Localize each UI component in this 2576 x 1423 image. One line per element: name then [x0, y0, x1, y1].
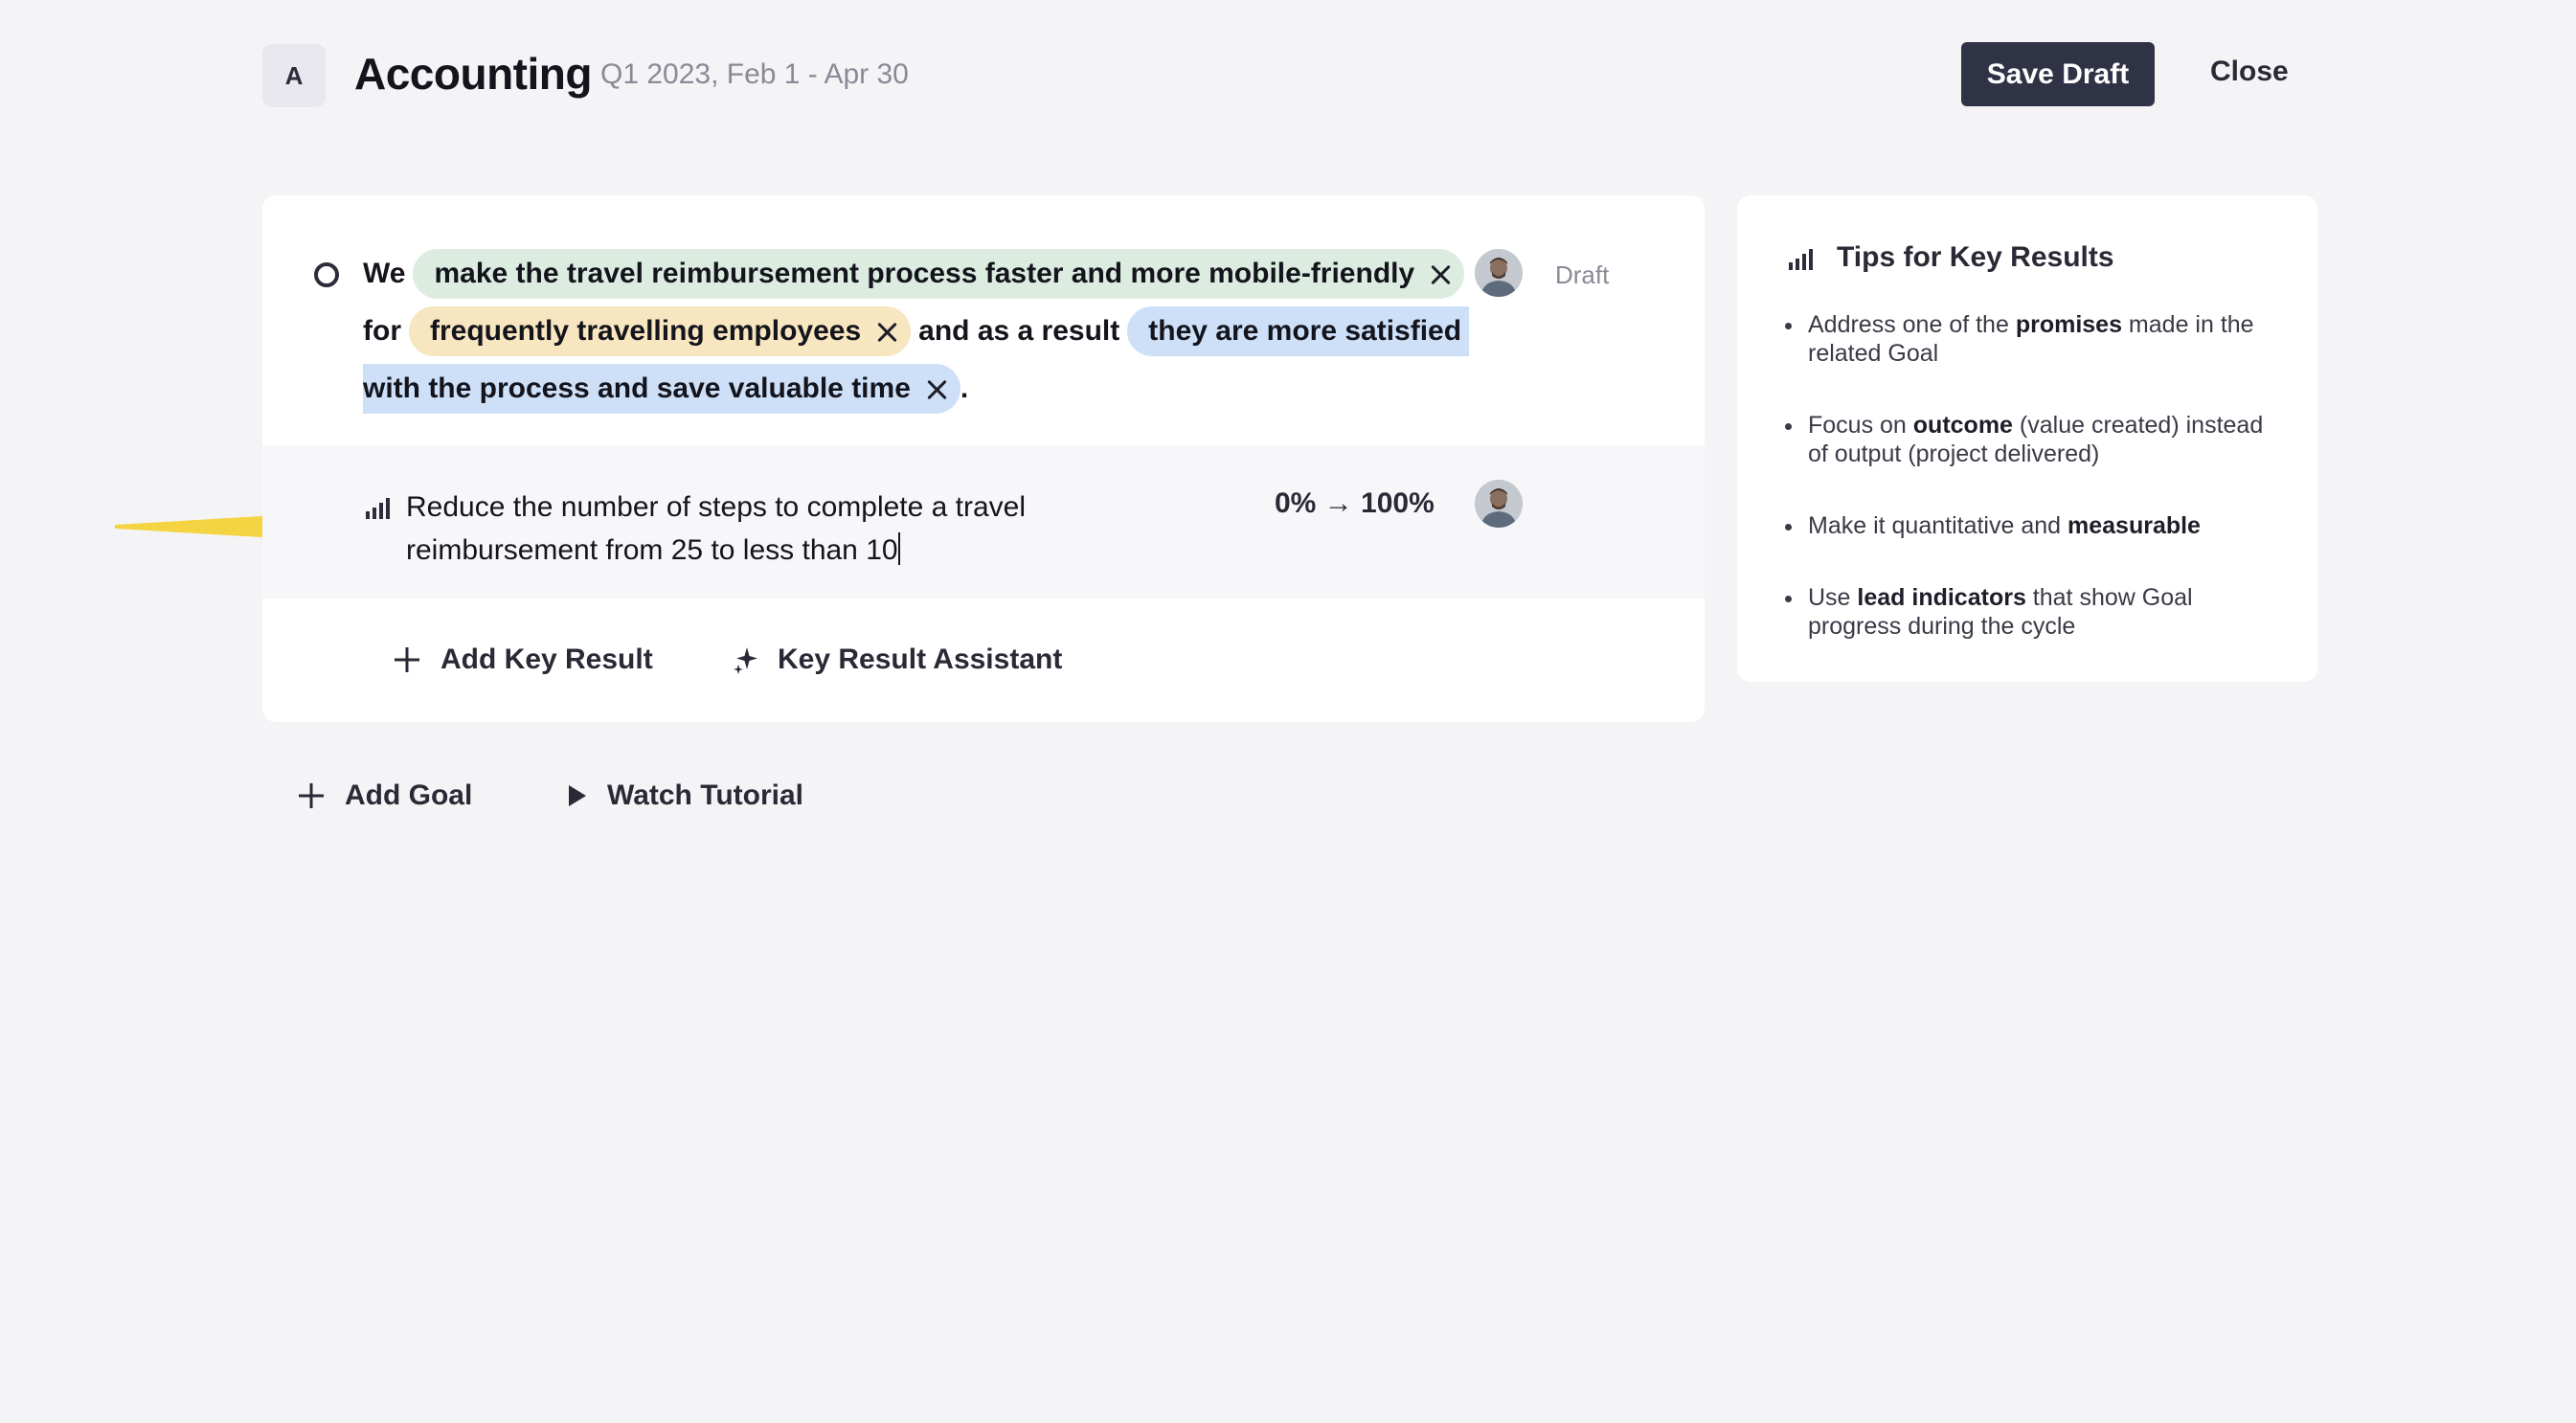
sparkle-icon: [734, 647, 757, 674]
add-goal-label: Add Goal: [345, 779, 473, 811]
goal-statement-line-3: with the process and save valuable time …: [363, 364, 968, 414]
tips-list: Address one of the promises made in the …: [1783, 310, 2281, 684]
outcome-chip-end[interactable]: with the process and save valuable time: [363, 364, 960, 414]
goal-for: for: [363, 315, 401, 347]
tip-item: Use lead indicators that show Goal progr…: [1783, 583, 2281, 641]
tips-title: Tips for Key Results: [1837, 241, 2114, 273]
add-key-result-label: Add Key Result: [441, 644, 653, 675]
tip-item: Address one of the promises made in the …: [1783, 310, 2281, 368]
team-avatar[interactable]: A: [262, 44, 326, 107]
promise-text: make the travel reimbursement process fa…: [434, 258, 1415, 289]
goal-card: We make the travel reimbursement process…: [262, 195, 1705, 722]
goal-connector: and as a result: [918, 315, 1120, 347]
goal-owner-avatar[interactable]: [1475, 249, 1523, 297]
key-result-owner-avatar[interactable]: [1475, 480, 1523, 528]
remove-promise-icon[interactable]: [1430, 263, 1451, 284]
play-icon: [569, 785, 586, 806]
key-result-text: Reduce the number of steps to complete a…: [406, 491, 1027, 566]
user-photo-icon: [1475, 249, 1523, 297]
tip-item: Focus on outcome (value created) instead…: [1783, 411, 2281, 468]
key-result-row[interactable]: Reduce the number of steps to complete a…: [262, 445, 1705, 599]
audience-text: frequently travelling employees: [430, 315, 862, 347]
remove-outcome-icon[interactable]: [926, 378, 947, 399]
outcome-chip-start[interactable]: they are more satisfied: [1127, 306, 1470, 356]
add-goal-button[interactable]: Add Goal: [297, 779, 472, 812]
cycle-period: Q1 2023, Feb 1 - Apr 30: [600, 58, 909, 90]
page-header: A Accounting Q1 2023, Feb 1 - Apr 30 Sav…: [262, 42, 2314, 107]
tip-item: Make it quantitative and measurable: [1783, 511, 2281, 540]
goal-we: We: [363, 258, 406, 289]
outcome-text-part1: they are more satisfied: [1148, 315, 1462, 347]
outcome-text-part2: with the process and save valuable time: [363, 373, 911, 404]
promise-chip[interactable]: make the travel reimbursement process fa…: [413, 249, 1465, 299]
tips-panel: Tips for Key Results Address one of the …: [1737, 195, 2317, 682]
remove-audience-icon[interactable]: [876, 321, 897, 342]
save-draft-button[interactable]: Save Draft: [1961, 42, 2155, 106]
goal-period-mark: .: [960, 373, 969, 404]
plus-icon: [395, 647, 419, 672]
plus-icon: [299, 783, 324, 808]
goal-status-circle-icon[interactable]: [314, 262, 339, 287]
page-title: Accounting: [354, 49, 592, 99]
goal-status-label: Draft: [1555, 260, 1610, 289]
key-result-input[interactable]: Reduce the number of steps to complete a…: [406, 486, 1096, 572]
goal-statement-line-1: We make the travel reimbursement process…: [363, 249, 1472, 299]
user-photo-icon: [1475, 480, 1523, 528]
bar-chart-icon: [1789, 249, 1813, 270]
bar-chart-icon: [366, 498, 390, 519]
add-key-result-button[interactable]: Add Key Result: [393, 644, 653, 676]
watch-tutorial-button[interactable]: Watch Tutorial: [567, 779, 803, 812]
key-result-assistant-label: Key Result Assistant: [778, 644, 1063, 675]
key-result-progress[interactable]: 0% → 100%: [1275, 487, 1435, 520]
text-cursor: [897, 532, 900, 565]
key-result-assistant-button[interactable]: Key Result Assistant: [734, 644, 1062, 676]
audience-chip[interactable]: frequently travelling employees: [409, 306, 912, 356]
goal-statement-line-2: for frequently travelling employees and …: [363, 306, 1470, 356]
watch-tutorial-label: Watch Tutorial: [607, 779, 803, 811]
close-button[interactable]: Close: [2210, 56, 2289, 88]
